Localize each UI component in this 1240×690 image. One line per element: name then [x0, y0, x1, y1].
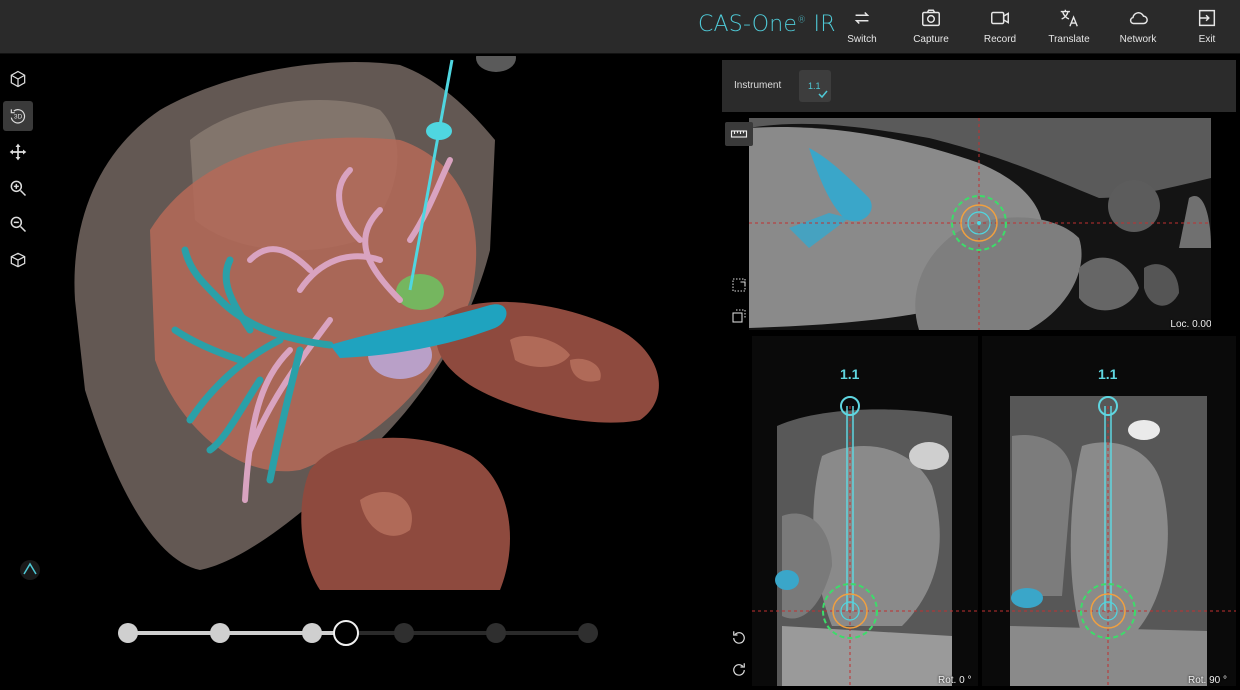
location-readout: Loc. 0.00 mm: [1170, 319, 1211, 330]
liver-3d-model: [74, 56, 659, 590]
ruler-icon: [730, 130, 748, 138]
camera-icon: [922, 9, 940, 27]
network-button[interactable]: Network: [1106, 4, 1170, 50]
record-button[interactable]: Record: [968, 4, 1032, 50]
orientation-indicator-icon: [20, 560, 40, 580]
cube-view-icon: [10, 70, 26, 88]
timeline-step-5[interactable]: [394, 623, 414, 643]
top-toolbar: CAS-One® IR Switch Capture Record Transl…: [0, 0, 1240, 54]
reset-view-button[interactable]: [3, 245, 33, 275]
crop-icon: [732, 309, 746, 323]
rotate-3d-icon: 3D: [10, 109, 26, 124]
cloud-icon: [1129, 12, 1148, 25]
capture-button[interactable]: Capture: [899, 4, 963, 50]
rotate-3d-button[interactable]: 3D: [3, 101, 33, 131]
rotation-readout-left: Rot. 0 °: [938, 675, 972, 686]
video-camera-icon: [991, 11, 1009, 25]
zoom-out-button[interactable]: [3, 209, 33, 239]
translate-button[interactable]: Translate: [1037, 4, 1101, 50]
select-region-icon: [732, 278, 746, 292]
needle-view-rot0[interactable]: 1.1 Rot. 0 °: [752, 336, 978, 686]
rotation-readout-right: Rot. 90 °: [1188, 675, 1228, 686]
timeline-step-2[interactable]: [210, 623, 230, 643]
needle-view-rot90[interactable]: 1.1 Rot. 90 °: [982, 336, 1236, 686]
select-region-button[interactable]: [726, 272, 752, 298]
exit-icon: [1198, 9, 1216, 27]
pan-move-icon: [9, 143, 27, 161]
exit-button[interactable]: Exit: [1175, 4, 1239, 50]
zoom-in-button[interactable]: [3, 173, 33, 203]
instrument-bar: Instrument 1.1: [722, 60, 1236, 112]
measure-ruler-button[interactable]: [725, 122, 753, 146]
switch-arrows-icon: [854, 11, 870, 25]
timeline-step-1[interactable]: [118, 623, 138, 643]
check-icon: [818, 90, 828, 99]
reset-view-icon: [10, 252, 26, 268]
timeline-step-6[interactable]: [486, 623, 506, 643]
needle-label-left: 1.1: [840, 366, 860, 382]
rotate-cw-button[interactable]: [726, 657, 752, 683]
needle-label-right: 1.1: [1098, 366, 1118, 382]
pan-button[interactable]: [3, 137, 33, 167]
timeline-step-3[interactable]: [302, 623, 322, 643]
switch-button[interactable]: Switch: [830, 4, 894, 50]
cube-view-button[interactable]: [3, 64, 33, 94]
instrument-label: Instrument: [734, 80, 782, 91]
rotate-cw-icon: [733, 663, 745, 676]
ct-slice-rot0-image: [752, 336, 978, 686]
svg-text:3D: 3D: [14, 114, 23, 121]
app-brand: CAS-One® IR: [698, 12, 836, 37]
crop-view-button[interactable]: [726, 303, 752, 329]
3d-viewport[interactable]: [0, 56, 718, 594]
workflow-timeline: [0, 594, 718, 690]
axial-ct-view[interactable]: Loc. 0.00 mm: [749, 118, 1211, 330]
rotate-ccw-icon: [733, 631, 745, 644]
ct-slice-rot90-image: [982, 336, 1236, 686]
timeline-step-7[interactable]: [578, 623, 598, 643]
zoom-out-icon: [10, 216, 27, 233]
rotate-ccw-button[interactable]: [726, 625, 752, 651]
instrument-chip[interactable]: 1.1: [799, 70, 831, 102]
zoom-in-icon: [10, 180, 27, 197]
timeline-progress-remaining: [346, 631, 588, 635]
timeline-step-4-current[interactable]: [333, 620, 359, 646]
axial-ct-image: [749, 118, 1211, 330]
translate-icon: [1060, 9, 1078, 27]
